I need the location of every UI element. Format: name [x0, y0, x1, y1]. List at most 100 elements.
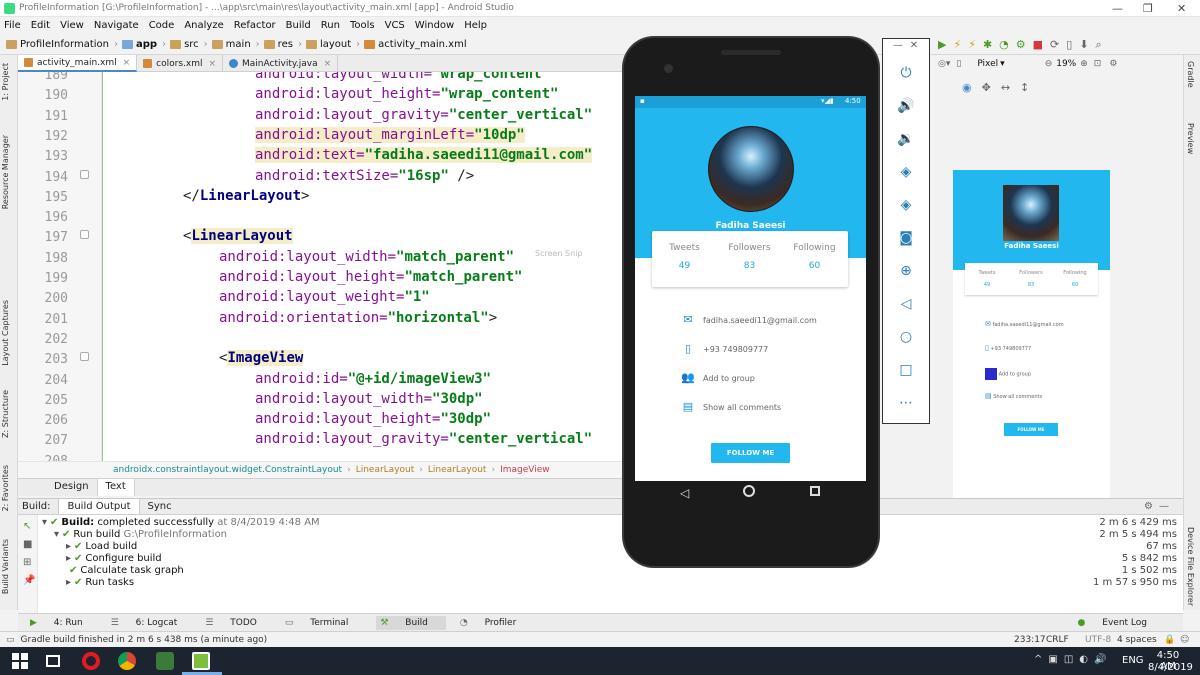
build-variants-tool-tab[interactable]: Build Variants — [1, 539, 17, 594]
zoom-out-icon[interactable]: ⊖ — [1045, 59, 1053, 69]
zoom-icon[interactable]: ⊕ — [883, 263, 929, 279]
crumb-imageview[interactable]: ImageView — [500, 465, 550, 475]
attach-debugger-icon[interactable]: ⚙ — [1016, 39, 1026, 51]
chrome-icon[interactable] — [118, 652, 136, 670]
rebuild-icon[interactable]: ↖ — [23, 521, 31, 532]
system-tray-icons[interactable]: ^▣◫◐🔊 — [1034, 654, 1112, 665]
settings-icon[interactable]: ⚙ — [1109, 59, 1117, 69]
breadcrumb-res[interactable]: res › — [263, 39, 302, 50]
favorites-tool-tab[interactable]: 2: Favorites — [1, 465, 17, 511]
crumb-linearlayout[interactable]: LinearLayout — [356, 465, 415, 475]
apply-changes-icon[interactable]: ⚡ — [953, 39, 961, 51]
profile-avatar[interactable] — [708, 126, 794, 212]
pan-icon[interactable]: ✥ — [982, 81, 991, 94]
tool-profiler[interactable]: ◔ Profiler — [460, 618, 530, 628]
clock-date[interactable]: 8/4/2019 — [1148, 662, 1193, 673]
close-tab-icon[interactable]: × — [208, 59, 216, 69]
orientation-icon[interactable]: ◎▾ — [938, 59, 950, 69]
emulator-screen[interactable]: ▪ ▾◢▮ 4:50 Fadiha Saeesi Tweets 49 Follow… — [635, 96, 866, 481]
tool-terminal[interactable]: ▭ Terminal — [285, 618, 362, 628]
build-row-configure-build[interactable]: ▸ ✔ Configure build — [66, 553, 162, 564]
lock-icon[interactable]: 🔒 — [1164, 635, 1175, 645]
row-phone[interactable]: ▯ +93 749809777 — [681, 343, 768, 355]
menu-code[interactable]: Code — [149, 20, 175, 31]
tab-sync[interactable]: Sync — [148, 501, 172, 512]
close-tab-icon[interactable]: × — [123, 58, 131, 68]
breadcrumb-layout[interactable]: layout › — [305, 39, 360, 50]
file-encoding[interactable]: UTF-8 — [1085, 635, 1111, 645]
status-message[interactable]: Gradle build finished in 2 m 6 s 438 ms … — [21, 635, 268, 645]
menu-run[interactable]: Run — [321, 20, 340, 31]
debug-icon[interactable]: ✱ — [983, 39, 992, 51]
settings-icon[interactable]: ⚙ — [1144, 501, 1153, 512]
restore-icon[interactable]: ❐ — [1143, 2, 1153, 15]
sdk-manager-icon[interactable]: ⬇ — [1079, 39, 1088, 51]
caret-position[interactable]: 233:17 — [1014, 635, 1046, 645]
device-frame-icon[interactable]: ▯ — [956, 59, 961, 69]
crumb-linearlayout-inner[interactable]: LinearLayout — [428, 465, 487, 475]
status-icon[interactable]: ▭ — [6, 635, 15, 645]
close-emulator-icon[interactable]: ✕ — [891, 40, 937, 51]
row-email[interactable]: ✉ fadiha.saeedi11@gmail.com — [681, 314, 816, 326]
inspector-icon[interactable]: ☺ — [1180, 635, 1189, 645]
stat-tweets[interactable]: Tweets 49 — [652, 243, 717, 271]
menu-build[interactable]: Build — [286, 20, 311, 31]
tool-build[interactable]: ⚒ Build — [376, 615, 446, 630]
device-selector[interactable]: Pixel — [977, 59, 998, 69]
tab-mainactivity-java[interactable]: MainActivity.java × — [223, 55, 339, 72]
tab-build-output[interactable]: Build Output — [58, 499, 140, 514]
overview-icon[interactable]: □ — [883, 362, 929, 378]
breadcrumb-src[interactable]: src › — [170, 39, 208, 50]
back-icon[interactable]: ◁ — [883, 296, 929, 312]
emulator-taskbar-icon[interactable] — [192, 652, 210, 670]
breadcrumb-app[interactable]: app › — [121, 39, 166, 50]
stop-build-icon[interactable]: ■ — [23, 539, 32, 550]
tool-todo[interactable]: ☰ TODO — [205, 618, 271, 628]
stat-followers[interactable]: Followers 83 — [717, 243, 782, 271]
build-row-run-build[interactable]: ▾ ✔ Run build G:\ProfileInformation — [54, 529, 227, 540]
tool-event-log[interactable]: ● Event Log — [1078, 618, 1161, 628]
build-row-summary[interactable]: ▾ ✔ Build: completed successfully at 8/4/2… — [42, 517, 320, 528]
follow-me-button[interactable]: FOLLOW ME — [711, 443, 790, 463]
rotate-right-icon[interactable]: ◈ — [883, 197, 929, 213]
android-studio-taskbar-icon[interactable] — [156, 652, 174, 670]
windows-start-icon[interactable] — [12, 653, 28, 669]
menu-view[interactable]: View — [60, 20, 84, 31]
task-view-icon[interactable] — [46, 655, 60, 667]
row-add-to-group[interactable]: 👥 Add to group — [681, 372, 755, 384]
project-tool-tab[interactable]: 1: Project — [1, 63, 17, 101]
search-icon[interactable]: ⌕ — [1096, 39, 1102, 51]
horizontal-resize-icon[interactable]: ↔ — [1001, 81, 1010, 94]
tab-colors-xml[interactable]: colors.xml × — [137, 55, 224, 72]
volume-down-icon[interactable]: 🔉 — [883, 131, 929, 147]
pin-icon[interactable]: 📌 — [23, 575, 35, 586]
tool-run[interactable]: ▶ 4: Run — [30, 618, 97, 628]
resource-manager-tool-tab[interactable]: Resource Manager — [1, 135, 17, 209]
line-separator[interactable]: CRLF — [1046, 635, 1069, 645]
sync-icon[interactable]: ⟳ — [1050, 39, 1059, 51]
back-icon[interactable]: ◁ — [680, 486, 689, 500]
run-icon[interactable]: ▶ — [938, 39, 946, 51]
menu-vcs[interactable]: VCS — [385, 20, 405, 31]
indent-setting[interactable]: 4 spaces — [1117, 635, 1157, 645]
language-indicator[interactable]: ENG — [1122, 655, 1144, 666]
avd-manager-icon[interactable]: ▯ — [1066, 39, 1072, 51]
eye-icon[interactable]: ◉ — [962, 81, 972, 94]
tool-logcat[interactable]: ☰ 6: Logcat — [111, 618, 192, 628]
home-icon[interactable] — [743, 485, 755, 497]
gradle-tool-tab[interactable]: Gradle — [1186, 61, 1195, 88]
more-icon[interactable]: ⋯ — [883, 395, 929, 411]
menu-file[interactable]: File — [4, 20, 21, 31]
fold-marker-icon[interactable] — [80, 352, 89, 361]
tab-design[interactable]: Design — [46, 479, 98, 496]
zoom-in-icon[interactable]: ⊕ — [1080, 59, 1088, 69]
hide-icon[interactable]: — — [1159, 501, 1169, 512]
menu-tools[interactable]: Tools — [350, 20, 375, 31]
breadcrumb-main[interactable]: main › — [211, 39, 260, 50]
menu-navigate[interactable]: Navigate — [94, 20, 139, 31]
crumb-constraintlayout[interactable]: androidx.constraintlayout.widget.Constra… — [113, 465, 342, 475]
menu-help[interactable]: Help — [464, 20, 487, 31]
menu-window[interactable]: Window — [415, 20, 454, 31]
tab-text[interactable]: Text — [97, 479, 135, 496]
home-icon[interactable]: ○ — [883, 329, 929, 345]
